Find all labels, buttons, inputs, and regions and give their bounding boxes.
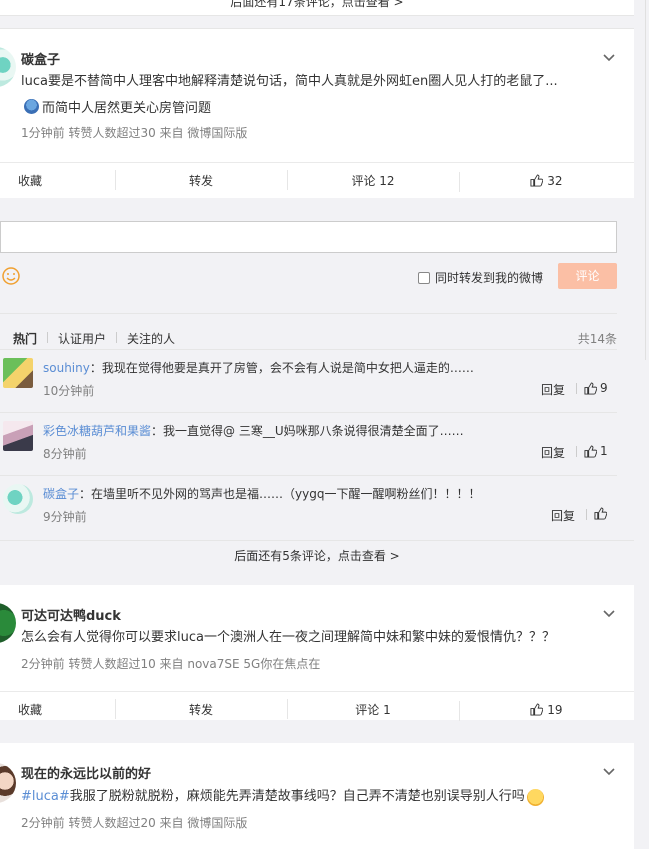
comment-user[interactable]: souhiny [43, 361, 90, 375]
reply-button[interactable]: 回复 [541, 444, 565, 461]
comment-time: 9分钟前 [43, 510, 87, 524]
comment-button[interactable]: 评论 12 [287, 170, 459, 190]
post-meta: 2分钟前 转赞人数超过10 来自 nova7SE 5G你在焦点在 [21, 657, 321, 671]
thumbs-up-icon [530, 702, 544, 716]
like-count: 19 [547, 702, 563, 717]
comment-body: ：我一直觉得@ 三寒__U妈咪那八条说得很清楚全面了…… [151, 424, 464, 438]
post-content: #luca# 我服了脱粉就脱粉，麻烦能先弄清楚故事线吗？自己弄不清楚也别误导别人… [21, 787, 544, 807]
comment-like-count: 9 [600, 381, 608, 395]
comment-like-button[interactable]: 9 [584, 381, 608, 395]
like-button[interactable]: 19 [459, 700, 634, 721]
checkbox-box[interactable] [418, 271, 430, 284]
divider [576, 383, 577, 394]
like-button[interactable]: 32 [459, 171, 634, 192]
post-actions: 收藏 转发 评论 12 32 [0, 162, 634, 198]
post-sub-line: 而简中人居然更关心房管问题 [24, 97, 211, 116]
fav-button[interactable]: 收藏 [0, 701, 115, 718]
forward-checkbox-label: 同时转发到我的微博 [435, 271, 544, 285]
comment-text: 彩色冰糖葫芦和果酱：我一直觉得@ 三寒__U妈咪那八条说得很清楚全面了…… [43, 422, 464, 439]
submit-comment-button[interactable]: 评论 [558, 263, 617, 289]
more-comments-link[interactable]: 后面还有5条评论，点击查看 > [0, 540, 634, 571]
sleepy-emoji-icon [526, 788, 544, 806]
post-card-2: 可达可达鸭duck 怎么会有人觉得你可以要求luca一个澳洲人在一夜之间理解简中… [0, 585, 634, 721]
comment-user[interactable]: 彩色冰糖葫芦和果酱 [43, 424, 151, 438]
filter-verified[interactable]: 认证用户 [58, 330, 106, 347]
comment-time: 10分钟前 [43, 384, 95, 398]
like-count: 32 [547, 173, 563, 188]
comment-area: 同时转发到我的微博 评论 热门 认证用户 关注的人 共14条 souhiny：我… [0, 199, 634, 539]
forward-button[interactable]: 转发 [115, 699, 287, 719]
scrollbar-track[interactable] [645, 0, 646, 360]
post-content: 怎么会有人觉得你可以要求luca一个澳洲人在一夜之间理解简中妹和繁中妹的爱恨情仇… [21, 630, 555, 645]
thumbs-up-icon [530, 173, 544, 187]
chevron-down-icon[interactable] [602, 51, 616, 65]
post-text: 我服了脱粉就脱粉，麻烦能先弄清楚故事线吗？自己弄不清楚也别误导别人行吗 [69, 789, 525, 804]
divider [586, 509, 587, 520]
hashtag-link[interactable]: #luca# [21, 787, 70, 807]
post-card-1: 碳盒子 luca要是不替简中人理客中地解释清楚说句话，简中人真就是外网虹en圈人… [0, 28, 634, 198]
comment-total: 共14条 [577, 332, 617, 346]
divider [47, 332, 48, 343]
avatar[interactable] [3, 484, 33, 514]
right-gutter [634, 0, 649, 849]
post-meta: 2分钟前 转赞人数超过20 来自 微博国际版 [21, 816, 248, 830]
comment-text: souhiny：我现在觉得他要是真开了房管，会不会有人说是简中女把人逼走的…… [43, 359, 474, 376]
post-actions: 收藏 转发 评论 1 19 [0, 691, 634, 727]
avatar[interactable] [3, 358, 33, 388]
comment-like-count: 1 [600, 444, 608, 458]
avatar[interactable] [3, 421, 33, 451]
forward-button[interactable]: 转发 [115, 170, 287, 190]
divider [576, 446, 577, 457]
comment-like-button[interactable] [594, 507, 610, 520]
emoji-picker-icon[interactable] [2, 267, 20, 285]
post-sub-text: 而简中人居然更关心房管问题 [42, 101, 212, 116]
comment-time: 8分钟前 [43, 447, 87, 461]
comment-row: souhiny：我现在觉得他要是真开了房管，会不会有人说是简中女把人逼走的…… … [0, 349, 617, 411]
divider [116, 332, 117, 343]
thumbs-up-icon [584, 381, 597, 395]
comment-input[interactable] [0, 221, 617, 253]
post-card-3: 现在的永远比以前的好 #luca# 我服了脱粉就脱粉，麻烦能先弄清楚故事线吗？自… [0, 743, 634, 849]
thumbs-up-icon [584, 444, 597, 458]
comment-row: 碳盒子：在墙里听不见外网的骂声也是福……（yygq一下醒一醒啊粉丝们！！！！ 9… [0, 475, 617, 537]
comment-like-button[interactable]: 1 [584, 444, 608, 458]
fav-button[interactable]: 收藏 [0, 172, 115, 189]
comment-row: 彩色冰糖葫芦和果酱：我一直觉得@ 三寒__U妈咪那八条说得很清楚全面了…… 8分… [0, 412, 617, 474]
comment-body: ：我现在觉得他要是真开了房管，会不会有人说是简中女把人逼走的…… [89, 361, 474, 375]
post-meta: 1分钟前 转赞人数超过30 来自 微博国际版 [21, 126, 248, 140]
forward-checkbox[interactable]: 同时转发到我的微博 [418, 269, 543, 286]
emoji-icon [24, 99, 39, 114]
post-content: luca要是不替简中人理客中地解释清楚说句话，简中人真就是外网虹en圈人见人打的… [21, 74, 558, 89]
thumbs-up-icon [594, 507, 607, 520]
filter-following[interactable]: 关注的人 [127, 330, 175, 347]
comment-user[interactable]: 碳盒子 [43, 487, 79, 501]
avatar[interactable] [0, 47, 16, 87]
avatar[interactable] [0, 763, 16, 803]
reply-button[interactable]: 回复 [551, 507, 575, 524]
comment-body: ：在墙里听不见外网的骂声也是福……（yygq一下醒一醒啊粉丝们！！！！ [79, 487, 481, 501]
chevron-down-icon[interactable] [602, 765, 616, 779]
post-author[interactable]: 可达可达鸭duck [21, 605, 121, 624]
avatar[interactable] [0, 603, 16, 643]
post-author[interactable]: 现在的永远比以前的好 [21, 763, 151, 782]
comment-text: 碳盒子：在墙里听不见外网的骂声也是福……（yygq一下醒一醒啊粉丝们！！！！ [43, 485, 480, 502]
comment-button[interactable]: 评论 1 [287, 699, 459, 719]
post-author[interactable]: 碳盒子 [21, 49, 60, 68]
chevron-down-icon[interactable] [602, 607, 616, 621]
more-comments-top[interactable]: 后面还有17条评论，点击查看 > [0, 0, 634, 16]
filter-hot[interactable]: 热门 [13, 330, 37, 347]
reply-button[interactable]: 回复 [541, 381, 565, 398]
